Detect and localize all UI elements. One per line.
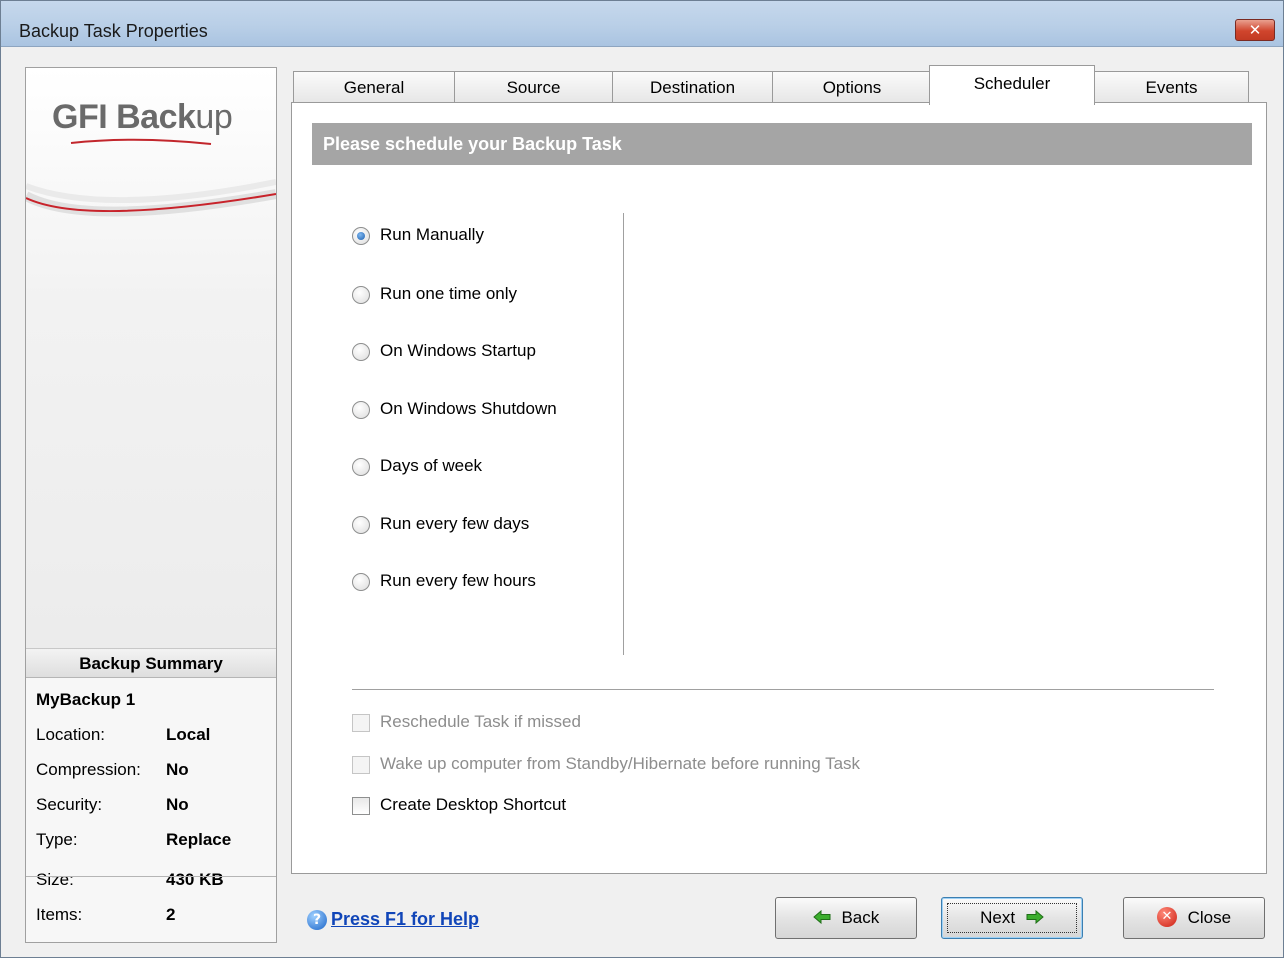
tab-source[interactable]: Source (454, 71, 613, 103)
gfi-backup-logo: GFI Backup (52, 98, 233, 137)
radio-button[interactable] (352, 458, 370, 476)
radio-button[interactable] (352, 227, 370, 245)
close-button[interactable]: ✕ Close (1123, 897, 1265, 939)
close-label: Close (1187, 908, 1232, 927)
backup-name: MyBackup 1 (36, 690, 136, 709)
tab-options[interactable]: Options (772, 71, 932, 103)
tab-scheduler[interactable]: Scheduler (929, 65, 1095, 105)
title-bar: Backup Task Properties ✕ (1, 1, 1283, 47)
help-icon: ? (307, 910, 327, 930)
close-icon: ✕ (1248, 21, 1262, 39)
help-link[interactable]: Press F1 for Help (331, 909, 479, 930)
vertical-divider (623, 213, 624, 655)
tab-general[interactable]: General (293, 71, 455, 103)
logo-gfi: GFI (52, 98, 108, 136)
radio-button[interactable] (352, 573, 370, 591)
logo-area: GFI Backup (26, 68, 276, 648)
window-close-button[interactable]: ✕ (1235, 19, 1275, 41)
radio-button[interactable] (352, 286, 370, 304)
horizontal-divider (352, 689, 1214, 690)
checkbox (352, 714, 370, 732)
close-circle-icon: ✕ (1156, 907, 1177, 928)
back-label: Back (841, 908, 880, 927)
left-panel: GFI Backup Backup Summary MyBackup 1 Loc… (25, 67, 277, 943)
checkbox (352, 756, 370, 774)
scheduler-panel: Please schedule your Backup Task Run Man… (291, 102, 1267, 874)
next-button[interactable]: Next (941, 897, 1083, 939)
focus-ring (947, 903, 1077, 933)
backup-summary-header: Backup Summary (26, 648, 276, 678)
checkbox[interactable] (352, 797, 370, 815)
section-banner: Please schedule your Backup Task (312, 123, 1252, 165)
back-button[interactable]: Back (775, 897, 917, 939)
radio-button[interactable] (352, 343, 370, 361)
radio-button[interactable] (352, 516, 370, 534)
tab-events[interactable]: Events (1094, 71, 1249, 103)
back-arrow-icon (812, 910, 831, 925)
dialog-window: Backup Task Properties ✕ GFI Backup Back… (0, 0, 1284, 958)
window-title: Backup Task Properties (19, 21, 208, 41)
summary-separator (26, 876, 276, 877)
tab-destination[interactable]: Destination (612, 71, 773, 103)
logo-backup: Backup (116, 98, 233, 136)
logo-swoosh-graphic (26, 138, 276, 217)
radio-button[interactable] (352, 401, 370, 419)
